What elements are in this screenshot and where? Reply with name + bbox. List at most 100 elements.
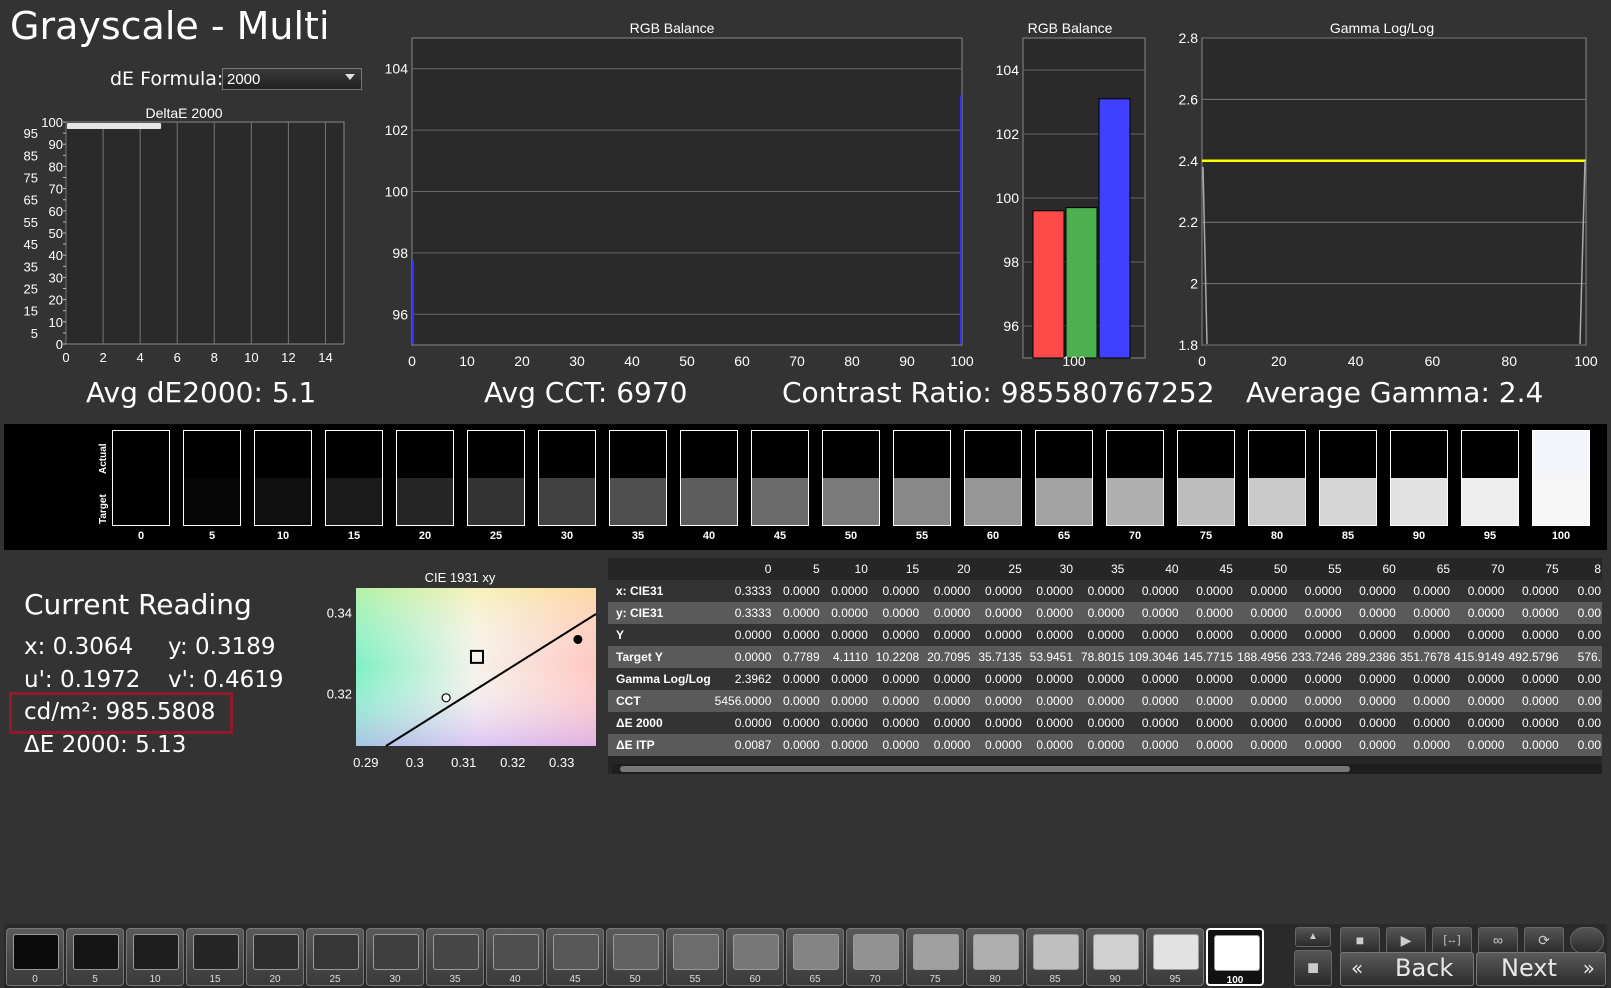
- play-icon[interactable]: ▶: [1386, 927, 1426, 954]
- table-row[interactable]: x: CIE31 0.3333 0.0000 0.0000 0.0000 0.0000 0.…: [608, 580, 1602, 602]
- patch-button-55[interactable]: 55: [666, 928, 724, 986]
- circle-icon[interactable]: [1570, 927, 1604, 954]
- table-row[interactable]: ΔE ITP 0.0087 0.0000 0.0000 0.0000 0.0000 0.00…: [608, 734, 1602, 756]
- measurement-data-table[interactable]: 0 5 10 15 20 25 30 35 40 45 50 55 60 65 70 75 8 x: CIE31 0…: [608, 558, 1602, 774]
- table-row-label: Gamma Log/Log: [608, 668, 715, 690]
- de-formula-select[interactable]: 2000: [222, 68, 362, 90]
- table-horizontal-scrollbar[interactable]: [612, 764, 1602, 774]
- table-cell: 0.0000: [1396, 690, 1452, 712]
- table-cell: 0.0000: [820, 624, 869, 646]
- table-cell: 0.0000: [1022, 624, 1075, 646]
- stop-icon[interactable]: ■: [1340, 927, 1380, 954]
- table-cell: 0.0000: [1505, 712, 1560, 734]
- patch-button-85[interactable]: 85: [1026, 928, 1084, 986]
- table-cell: 0.0000: [1022, 734, 1075, 756]
- table-cell: 0.0000: [1451, 734, 1506, 756]
- actual-row-label: Actual: [98, 443, 109, 474]
- swatch-10: [254, 430, 312, 526]
- patch-button-75[interactable]: 75: [906, 928, 964, 986]
- rgb-line-x-tick: 90: [899, 353, 915, 369]
- patch-button-65[interactable]: 65: [786, 928, 844, 986]
- table-cell: 4.1110: [820, 646, 869, 668]
- deltae-y-tick: 100: [41, 115, 63, 130]
- swatch-90: [1390, 430, 1448, 526]
- patch-button-30[interactable]: 30: [366, 928, 424, 986]
- table-cell: 0.0000: [971, 580, 1023, 602]
- swatch-actual: [823, 431, 879, 478]
- table-cell: 0.0000: [820, 602, 869, 624]
- deltae-chart: DeltaE 2000 0 5 10 15 20 25 30 35 40 45 50 55 60 65 70…: [24, 105, 345, 365]
- patch-button-0[interactable]: 0: [6, 928, 64, 986]
- double-chevron-right-icon: »: [1582, 956, 1595, 980]
- up-arrow-icon[interactable]: ▲: [1295, 927, 1331, 947]
- rgb-blue-bar: [1098, 98, 1131, 359]
- table-cell: 0.0000: [1288, 602, 1343, 624]
- table-cell: 0.0000: [1074, 624, 1126, 646]
- patch-button-80[interactable]: 80: [966, 928, 1024, 986]
- patch-color: [793, 934, 839, 970]
- patch-button-20[interactable]: 20: [246, 928, 304, 986]
- swatch-label: 70: [1128, 530, 1142, 542]
- table-column-header: 55: [1288, 558, 1343, 580]
- swatch-actual: [113, 431, 169, 478]
- patch-button-50[interactable]: 50: [606, 928, 664, 986]
- stop-measure-button[interactable]: ■: [1294, 950, 1332, 986]
- table-cell: 0.0000: [920, 690, 972, 712]
- reading-v-prime: v': 0.4619: [168, 667, 284, 693]
- table-cell: 0.0000: [772, 580, 821, 602]
- back-button[interactable]: « Back: [1340, 952, 1474, 986]
- table-cell: 0.00: [1559, 734, 1602, 756]
- swatch-35: [609, 430, 667, 526]
- deltae-y-tick: 60: [49, 204, 63, 219]
- patch-button-35[interactable]: 35: [426, 928, 484, 986]
- gamma-x-tick: 20: [1271, 353, 1287, 369]
- rgb-line-x-tick: 0: [408, 353, 416, 369]
- deltae-y-tick: 15: [24, 304, 38, 319]
- cie-x-tick: 0.29: [353, 755, 378, 770]
- swatch-target: [326, 478, 382, 525]
- table-cell: 0.0000: [1022, 712, 1075, 734]
- table-row[interactable]: Target Y 0.0000 0.7789 4.1110 10.2208 20.7095…: [608, 646, 1602, 668]
- patch-label: 15: [209, 974, 221, 985]
- table-cell: 0.0000: [1288, 624, 1343, 646]
- loop-icon[interactable]: ∞: [1478, 927, 1518, 954]
- deltae-x-tick: 8: [211, 350, 218, 365]
- patch-button-60[interactable]: 60: [726, 928, 784, 986]
- swatch-50: [822, 430, 880, 526]
- refresh-icon[interactable]: ⟳: [1524, 927, 1564, 954]
- table-cell: 0.0000: [772, 624, 821, 646]
- swatch-label: 25: [489, 530, 503, 542]
- patch-button-90[interactable]: 90: [1086, 928, 1144, 986]
- de-formula-value: 2000: [227, 71, 261, 88]
- swatch-label: 45: [773, 530, 787, 542]
- patch-button-95[interactable]: 95: [1146, 928, 1204, 986]
- table-cell: 0.3333: [714, 602, 773, 624]
- table-row[interactable]: y: CIE31 0.3333 0.0000 0.0000 0.0000 0.0000 0.…: [608, 602, 1602, 624]
- patch-button-100[interactable]: 100: [1206, 928, 1264, 986]
- patch-button-15[interactable]: 15: [186, 928, 244, 986]
- swatch-actual: [1249, 431, 1305, 478]
- table-row[interactable]: Gamma Log/Log 2.3962 0.0000 0.0000 0.0000 0.0…: [608, 668, 1602, 690]
- patch-button-45[interactable]: 45: [546, 928, 604, 986]
- table-cell: 0.0000: [1451, 712, 1506, 734]
- patch-button-5[interactable]: 5: [66, 928, 124, 986]
- table-row[interactable]: ΔE 2000 0.0000 0.0000 0.0000 0.0000 0.0000 0.0…: [608, 712, 1602, 734]
- scrollbar-thumb[interactable]: [620, 766, 1350, 772]
- deltae-x-tick: 4: [137, 350, 144, 365]
- deltae-y-tick: 50: [49, 226, 63, 241]
- cie-reference-marker: [573, 634, 583, 644]
- patch-button-25[interactable]: 25: [306, 928, 364, 986]
- reading-u-prime: u': 0.1972: [24, 667, 141, 693]
- chevron-down-icon: [345, 74, 355, 80]
- table-row[interactable]: Y 0.0000 0.0000 0.0000 0.0000 0.0000 0.0000 0.0…: [608, 624, 1602, 646]
- patch-button-40[interactable]: 40: [486, 928, 544, 986]
- table-cell: 0.0000: [920, 712, 972, 734]
- patch-button-70[interactable]: 70: [846, 928, 904, 986]
- next-button[interactable]: Next »: [1476, 952, 1606, 986]
- page-title: Grayscale - Multi: [10, 4, 330, 48]
- table-row[interactable]: CCT 5456.0000 0.0000 0.0000 0.0000 0.0000 0.00…: [608, 690, 1602, 712]
- fit-icon[interactable]: [↔]: [1432, 927, 1472, 954]
- patch-label: 25: [329, 974, 341, 985]
- cie-x-tick: 0.33: [549, 755, 574, 770]
- patch-button-10[interactable]: 10: [126, 928, 184, 986]
